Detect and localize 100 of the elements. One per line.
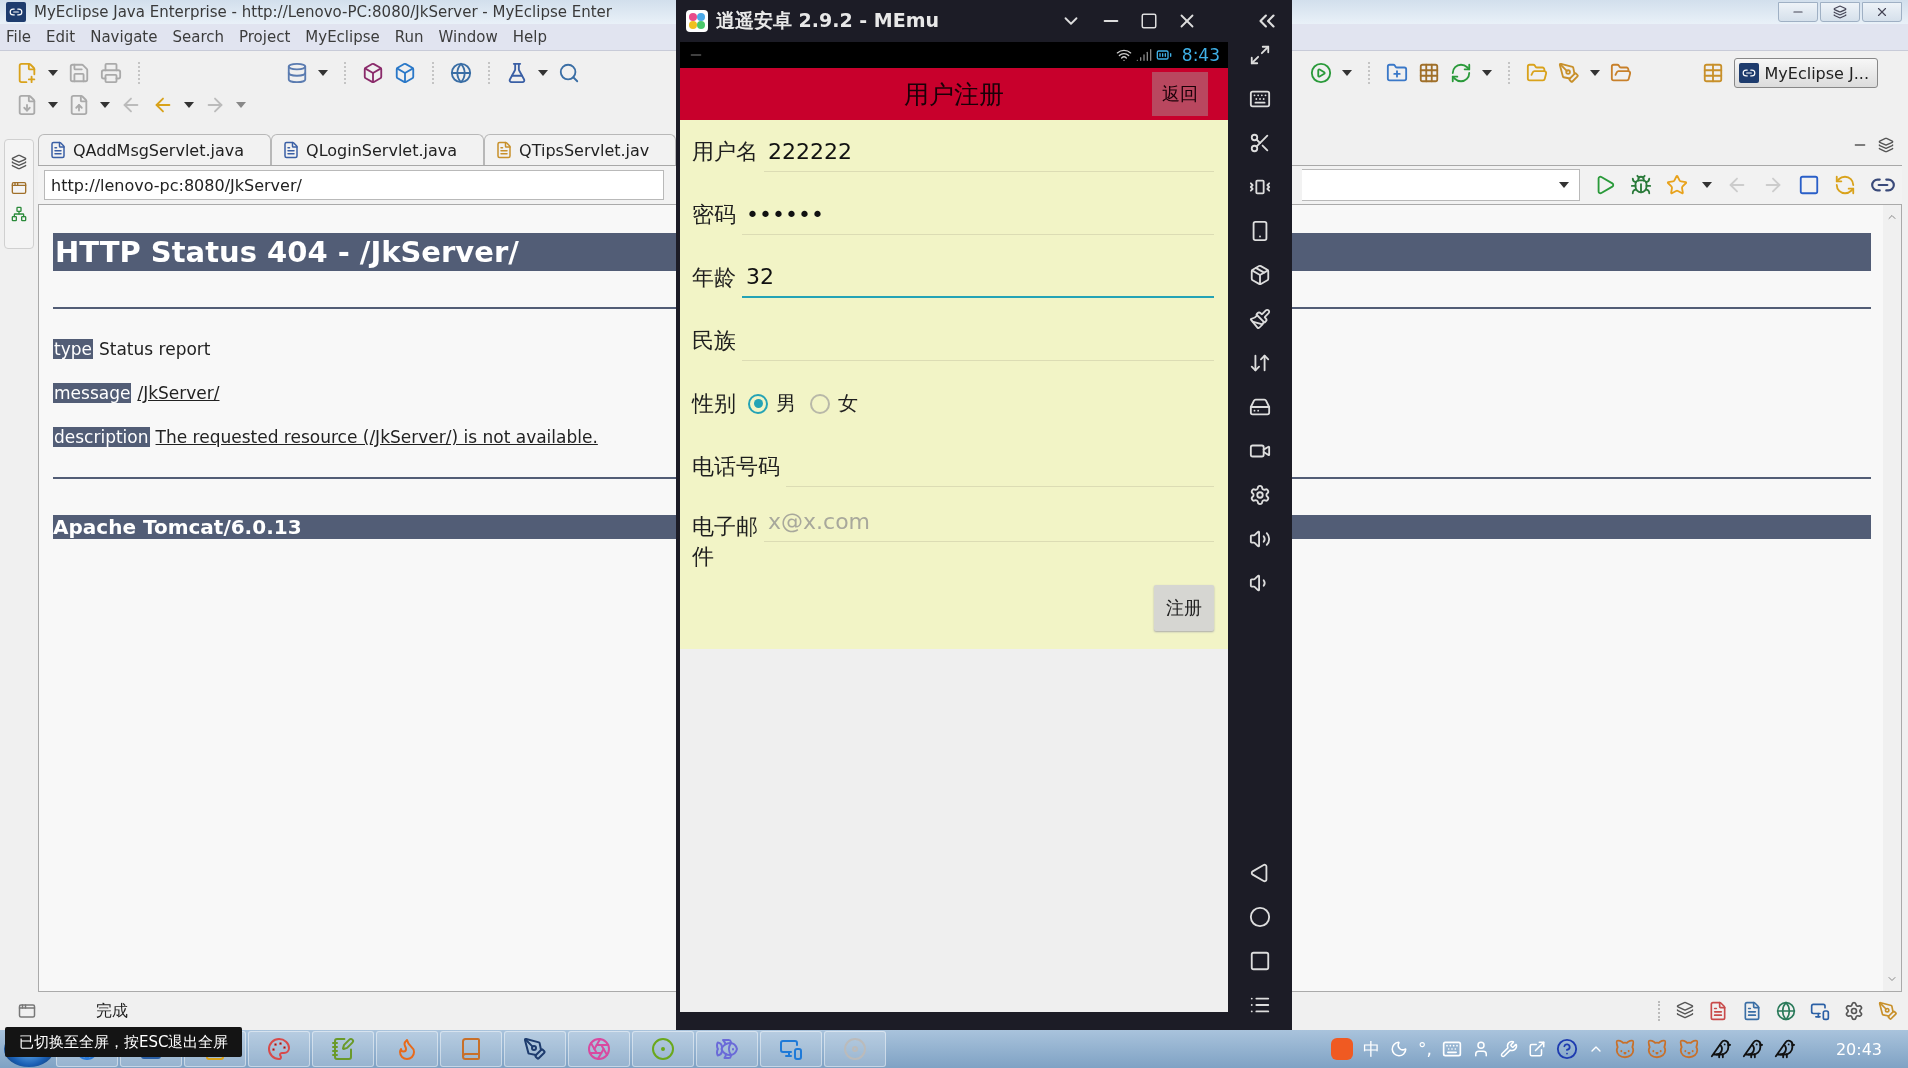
star-icon[interactable] [1666,174,1688,196]
url-field[interactable]: http://lenovo-pc:8080/JkServer/ [44,170,664,200]
save-icon[interactable] [68,62,90,84]
caret-icon[interactable] [1481,70,1492,76]
editor-tab[interactable]: QLoginServlet.java [271,134,485,165]
back-button[interactable]: 返回 [1152,72,1208,116]
caret-icon[interactable] [1559,182,1569,188]
field-label: 民族 [692,326,736,355]
hard-drive-icon[interactable] [1249,396,1271,418]
input-field[interactable]: x@x.com [764,502,1214,542]
caret-icon[interactable] [100,102,110,108]
field-label: type [53,339,93,359]
wifi-icon[interactable] [1115,47,1132,63]
refresh-icon[interactable] [1449,62,1472,84]
restore-icon [1833,5,1847,19]
tasks-icon[interactable] [1742,1001,1762,1021]
caret-icon[interactable] [318,70,328,76]
menu-item[interactable]: Search [168,28,235,46]
editor-tab[interactable]: QTipsServlet.jav [484,134,677,165]
caret-icon[interactable] [1589,70,1600,76]
table-icon[interactable] [1701,62,1724,84]
keyboard-icon[interactable] [1249,88,1271,110]
package-icon[interactable] [1249,264,1271,286]
globe-icon[interactable] [1776,1001,1796,1021]
restore-icon[interactable] [1878,137,1894,153]
caret-icon[interactable] [1341,70,1352,76]
monitor-icon[interactable] [1810,1001,1830,1021]
radio-icon[interactable] [810,393,830,414]
field-link[interactable]: /JkServer/ [137,383,220,403]
caret-icon[interactable] [48,70,58,76]
cube-icon[interactable] [394,62,416,84]
bug-icon[interactable] [1630,174,1652,196]
volume-up-icon[interactable] [1249,528,1271,550]
new-file-icon[interactable] [16,62,38,84]
menu-item[interactable]: Help [508,28,558,46]
radio-icon[interactable] [748,393,768,414]
field-link[interactable]: The requested resource (/JkServer/) is not available. [155,427,598,447]
pen-icon[interactable] [1557,62,1580,84]
transfer-icon[interactable] [1249,352,1271,374]
field-label: message [53,383,132,403]
pinwheel-logo-icon [686,10,708,32]
maximize-icon[interactable] [1140,12,1158,30]
caret-icon[interactable] [1702,182,1712,188]
settings-icon[interactable] [1844,1001,1864,1021]
taskbar-clock: 20:43 [1835,1039,1882,1059]
report-icon[interactable] [1708,1001,1728,1021]
database-icon[interactable] [286,62,308,84]
window-title: MyEclipse Java Enterprise - http://Lenovo-PC:8080/JkServer - MyEclipse Enter [34,3,612,21]
fullscreen-icon[interactable] [1249,44,1271,66]
moon-icon[interactable] [1390,1040,1408,1058]
book-icon [459,1037,483,1061]
scissors-icon[interactable] [1249,132,1271,154]
grid-icon[interactable] [1417,62,1440,84]
folder-icon[interactable] [1609,62,1632,84]
password-field[interactable]: •••••• [742,194,1214,235]
palette-icon [267,1037,291,1061]
pen-icon[interactable] [1878,1001,1898,1021]
external-link-icon[interactable] [1527,1040,1546,1058]
caret-icon[interactable] [184,102,194,108]
java-file-icon [282,141,301,159]
taskbar-button[interactable] [504,1031,566,1067]
radio-option[interactable]: 男 [748,390,796,417]
menu-item[interactable]: Run [390,28,435,46]
print-icon[interactable] [100,62,122,84]
home-icon[interactable] [1249,906,1271,928]
perspective-button[interactable]: MyEclipse J... [1733,58,1878,88]
menu-item[interactable]: File [2,28,43,46]
restore-icon[interactable] [1676,1001,1694,1019]
new-folder-icon[interactable] [1385,62,1408,84]
input-field[interactable]: 222222 [764,131,1214,172]
folder-icon[interactable] [1525,62,1548,84]
menu-item[interactable]: Edit [42,28,87,46]
menu-item[interactable]: Navigate [86,28,169,46]
disc-icon [843,1037,867,1061]
restore-icon[interactable] [11,154,27,170]
signal-icon[interactable] [1135,47,1152,63]
help-icon[interactable] [1555,1038,1578,1060]
window-icon[interactable] [11,180,27,196]
restore-button[interactable] [1820,2,1860,22]
refresh-icon[interactable] [1834,174,1856,196]
flask-icon[interactable] [506,62,528,84]
search-icon[interactable] [558,62,580,84]
run-server-icon[interactable] [1309,62,1332,84]
caret-icon[interactable] [48,102,58,108]
radio-option[interactable]: 女 [810,390,858,417]
register-button[interactable]: 注册 [1154,585,1214,632]
recents-icon[interactable] [1249,950,1271,972]
hierarchy-icon[interactable] [11,206,27,222]
globe-icon[interactable] [450,62,472,84]
cube-icon[interactable] [362,62,384,84]
editor-tab[interactable]: QAddMsgServlet.java [38,134,272,165]
menu-item[interactable]: MyEclipse [301,28,391,46]
battery-icon[interactable] [1155,47,1172,63]
input-field[interactable]: 32 [742,257,1214,298]
brush-icon[interactable] [1249,308,1271,330]
caret-icon[interactable] [538,70,548,76]
menu-item[interactable]: Window [434,28,509,46]
stop-icon[interactable] [1798,174,1820,196]
wrench-icon[interactable] [1499,1040,1518,1058]
menu-item[interactable]: Project [235,28,302,46]
